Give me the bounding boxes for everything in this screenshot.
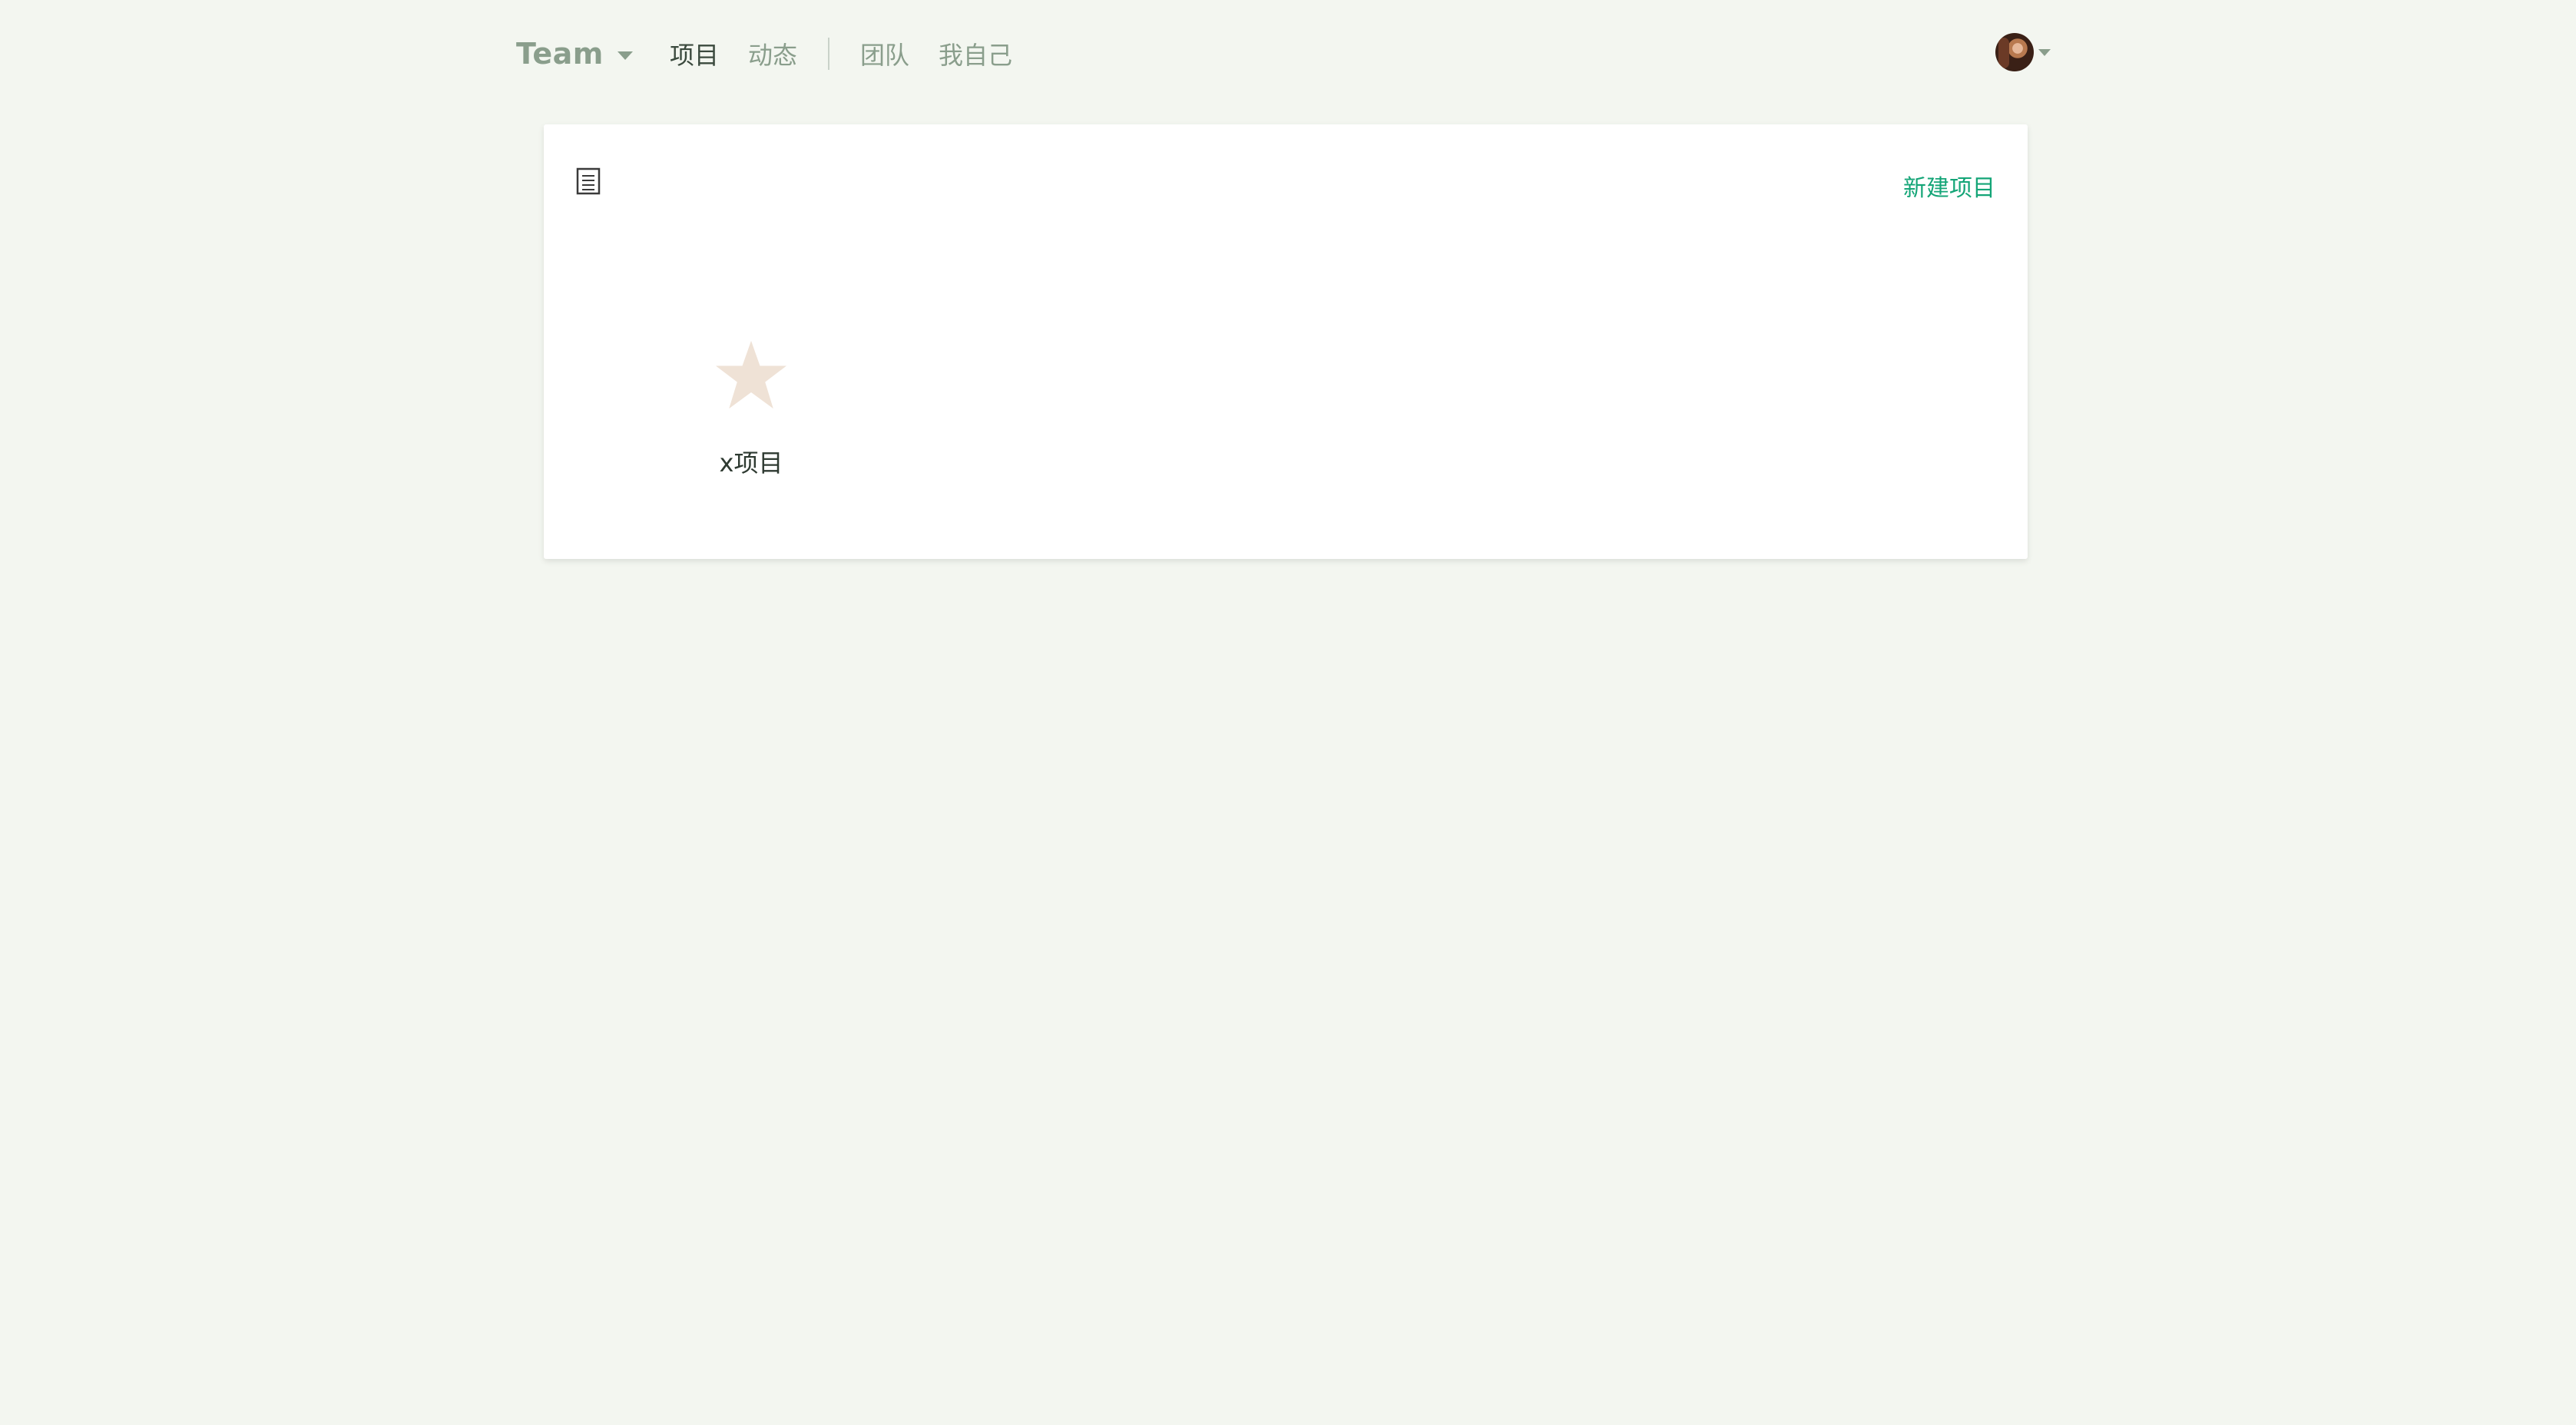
list-view-icon[interactable] [576, 167, 601, 195]
nav-item-projects[interactable]: 项目 [670, 36, 719, 71]
project-name[interactable]: x项目 [697, 444, 805, 479]
nav-item-activity[interactable]: 动态 [748, 36, 797, 71]
nav-item-myself[interactable]: 我自己 [939, 36, 1012, 71]
star-icon[interactable] [714, 339, 788, 410]
nav-item-team[interactable]: 团队 [860, 36, 909, 71]
chevron-down-icon [617, 51, 633, 60]
projects-panel: 新建项目 x项目 [544, 124, 2028, 559]
team-name: Team [516, 37, 604, 71]
caret-down-icon [2038, 48, 2051, 56]
avatar [1995, 33, 2034, 71]
main-nav: 项目 动态 团队 我自己 [670, 31, 1012, 77]
top-navigation: Team 项目 动态 团队 我自己 [0, 0, 2576, 107]
nav-divider [828, 38, 830, 70]
team-switcher[interactable]: Team [516, 31, 633, 77]
new-project-button[interactable]: 新建项目 [1903, 169, 1995, 203]
user-menu[interactable] [1995, 32, 2051, 72]
